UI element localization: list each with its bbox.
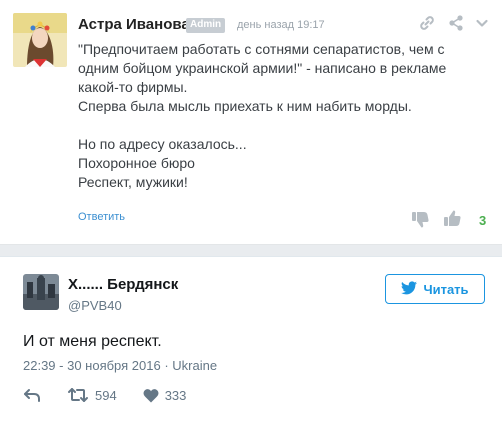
reply-icon[interactable] (23, 387, 41, 403)
tweet-card: Х...... Бердянск @PVB40 Читать И от меня… (0, 256, 502, 421)
retweet-action[interactable]: 594 (67, 387, 117, 403)
comment-line: Сперва была мысль приехать к ним набить … (78, 98, 412, 114)
tweet-text: И от меня респект. (23, 333, 162, 350)
chevron-down-icon[interactable] (473, 14, 491, 32)
like-action[interactable]: 333 (143, 387, 187, 403)
comment-line: какой-то фирмы. (78, 79, 188, 95)
share-icon[interactable] (447, 14, 465, 32)
comment-card: Астра Иванова Admin день назад 19:17 "Пр… (0, 0, 502, 245)
like-count: 333 (164, 387, 187, 403)
follow-label: Читать (423, 281, 469, 297)
comment-line: Респект, мужики! (78, 174, 188, 190)
comment-line: Похоронное бюро (78, 155, 195, 171)
thumbs-down-icon[interactable] (410, 209, 430, 229)
retweet-count: 594 (95, 387, 117, 403)
thumbs-up-icon[interactable] (442, 209, 462, 229)
link-icon[interactable] (418, 14, 436, 32)
reply-link[interactable]: Ответить (78, 211, 125, 223)
comment-author[interactable]: Астра Иванова (78, 16, 190, 33)
heart-icon (143, 388, 159, 403)
retweet-icon (67, 387, 89, 403)
comment-timestamp[interactable]: день назад 19:17 (237, 19, 325, 31)
avatar[interactable] (13, 13, 67, 67)
tweet-meta[interactable]: 22:39 - 30 ноября 2016 · Ukraine (23, 358, 217, 373)
vote-count: 3 (479, 213, 487, 228)
comment-line: Но по адресу оказалось... (78, 136, 247, 152)
twitter-bird-icon (401, 280, 418, 298)
comment-line: "Предпочитаем работать с сотнями сепарат… (78, 41, 445, 57)
tweet-handle[interactable]: @PVB40 (68, 298, 122, 313)
comment-line: одним бойцом украинской армии!" - написа… (78, 60, 447, 76)
admin-badge: Admin (186, 18, 226, 33)
tweet-avatar[interactable] (23, 274, 59, 310)
tweet-actions: 594 333 (23, 385, 186, 405)
tweet-author-name[interactable]: Х...... Бердянск (68, 276, 178, 293)
follow-button[interactable]: Читать (385, 274, 485, 304)
comment-body: "Предпочитаем работать с сотнями сепарат… (78, 40, 493, 192)
